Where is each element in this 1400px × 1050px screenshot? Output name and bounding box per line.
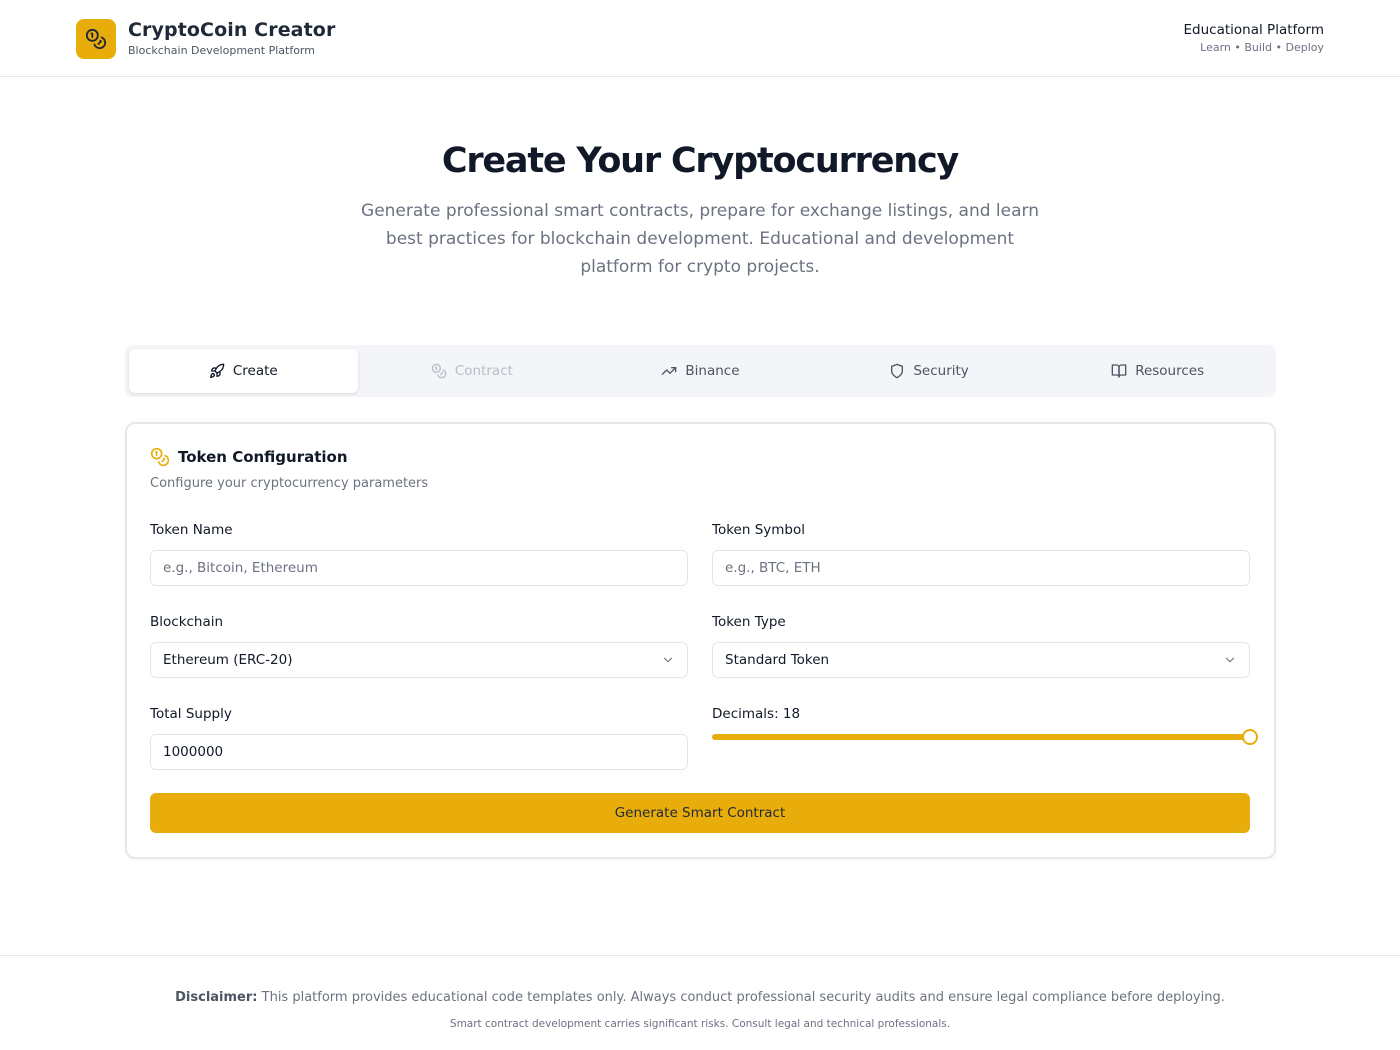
book-open-icon xyxy=(1111,364,1127,378)
token-type-selected-value: Standard Token xyxy=(725,652,830,668)
blockchain-select[interactable]: Ethereum (ERC-20) xyxy=(150,642,688,678)
brand[interactable]: CryptoCoin Creator Blockchain Developmen… xyxy=(76,18,335,59)
rocket-icon xyxy=(209,363,225,378)
coins-icon xyxy=(76,18,116,59)
token-symbol-input[interactable] xyxy=(712,550,1250,586)
chevron-down-icon xyxy=(663,657,673,663)
chevron-down-icon xyxy=(1225,657,1235,663)
card-title: Token Configuration xyxy=(178,448,348,466)
header-right-subtitle: Learn • Build • Deploy xyxy=(1200,41,1324,54)
header-tagline: Educational Platform Learn • Build • Dep… xyxy=(1184,21,1324,56)
blockchain-label: Blockchain xyxy=(150,614,224,630)
page-description: Generate professional smart contracts, p… xyxy=(361,201,1039,277)
main-tabs: Create Contract Binance Security Resourc… xyxy=(125,345,1276,397)
card-subtitle: Configure your cryptocurrency parameters xyxy=(150,476,429,491)
coins-icon xyxy=(150,447,170,467)
disclaimer-text: This platform provides educational code … xyxy=(257,990,1225,1005)
token-symbol-label: Token Symbol xyxy=(712,522,805,538)
coins-icon xyxy=(431,363,447,379)
tab-security[interactable]: Security xyxy=(815,349,1044,393)
token-name-input[interactable] xyxy=(150,550,688,586)
decimals-slider-fill xyxy=(712,734,1250,740)
decimals-slider[interactable] xyxy=(712,729,1258,745)
trending-up-icon xyxy=(662,367,677,375)
blockchain-selected-value: Ethereum (ERC-20) xyxy=(163,652,293,668)
disclaimer: Disclaimer: This platform provides educa… xyxy=(0,990,1400,1005)
generate-contract-button[interactable]: Generate Smart Contract xyxy=(150,793,1250,833)
tab-contract-label: Contract xyxy=(454,363,513,379)
total-supply-label: Total Supply xyxy=(150,706,232,722)
brand-title: CryptoCoin Creator xyxy=(128,19,336,41)
header-right-title: Educational Platform xyxy=(1183,22,1324,38)
tab-binance-label: Binance xyxy=(685,363,740,379)
page-title: Create Your Cryptocurrency xyxy=(441,141,959,181)
token-type-select[interactable]: Standard Token xyxy=(712,642,1250,678)
token-configuration-card: Token Configuration Configure your crypt… xyxy=(125,422,1276,859)
token-name-label: Token Name xyxy=(150,522,233,538)
footnote: Smart contract development carries signi… xyxy=(449,1018,951,1030)
footer: Disclaimer: This platform provides educa… xyxy=(0,955,1400,1050)
tab-resources[interactable]: Resources xyxy=(1043,349,1272,393)
decimals-slider-thumb[interactable] xyxy=(1242,729,1258,745)
tab-contract[interactable]: Contract xyxy=(358,349,587,393)
disclaimer-label: Disclaimer: xyxy=(175,990,258,1005)
tab-resources-label: Resources xyxy=(1135,363,1205,379)
tab-binance[interactable]: Binance xyxy=(586,349,815,393)
top-header: CryptoCoin Creator Blockchain Developmen… xyxy=(0,0,1400,77)
tab-create[interactable]: Create xyxy=(129,349,358,393)
tab-security-label: Security xyxy=(913,363,969,379)
decimals-label: Decimals: 18 xyxy=(712,706,801,722)
tab-create-label: Create xyxy=(232,363,278,379)
token-type-label: Token Type xyxy=(712,614,786,630)
shield-icon xyxy=(891,363,904,379)
brand-subtitle: Blockchain Development Platform xyxy=(128,44,315,57)
total-supply-input[interactable] xyxy=(150,734,688,770)
